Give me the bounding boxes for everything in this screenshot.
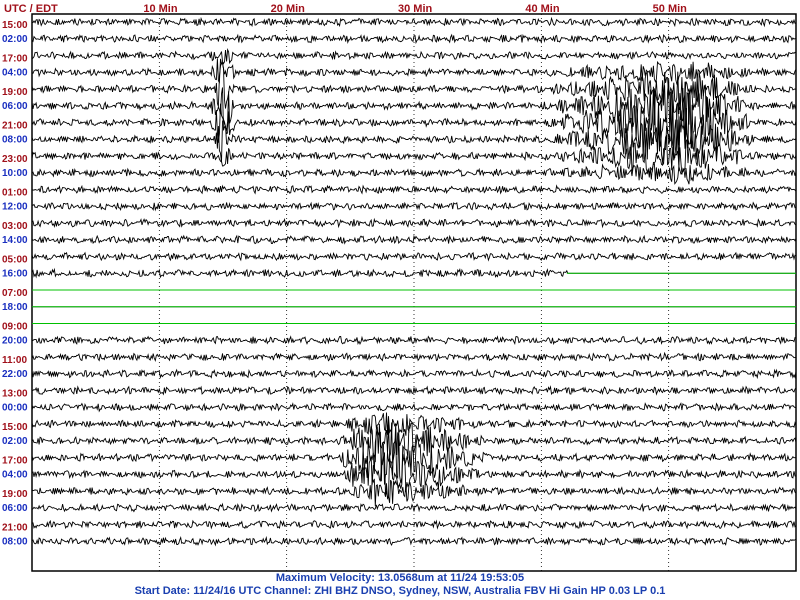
utc-hour-label: 17:00 <box>2 54 28 65</box>
seismogram-trace-line <box>31 519 797 530</box>
local-hour-label: 04:00 <box>2 68 28 79</box>
utc-hour-label: 01:00 <box>2 188 28 199</box>
utc-hour-label: 07:00 <box>2 288 28 299</box>
timezone-header-label: UTC / EDT <box>4 3 58 15</box>
seismogram-trace-line <box>31 134 797 175</box>
local-hour-label: 08:00 <box>2 135 28 146</box>
utc-hour-label: 19:00 <box>2 87 28 98</box>
seismogram-plot: UTC / EDT 10 Min 20 Min 30 Min 40 Min 50 Min 1… <box>2 3 797 572</box>
utc-hour-label: 03:00 <box>2 221 28 232</box>
seismogram-trace-line <box>31 502 797 513</box>
minute-tick-label: 40 Min <box>525 3 560 15</box>
utc-hour-label: 11:00 <box>2 355 27 366</box>
local-hour-label: 22:00 <box>2 369 28 380</box>
local-hour-label: 02:00 <box>2 34 28 45</box>
local-hour-label: 04:00 <box>2 470 28 481</box>
local-hour-label: 18:00 <box>2 302 28 313</box>
local-hour-label: 12:00 <box>2 202 28 213</box>
seismogram-trace-line <box>31 368 797 380</box>
seismogram-trace-line <box>31 402 796 413</box>
local-hour-label: 06:00 <box>2 503 28 514</box>
max-velocity-caption: Maximum Velocity: 13.0568um at 11/24 19:… <box>275 572 525 584</box>
local-hour-label: 16:00 <box>2 269 28 280</box>
utc-hour-label: 13:00 <box>2 389 28 400</box>
local-hour-label: 00:00 <box>2 403 28 414</box>
local-hour-label: 14:00 <box>2 235 28 246</box>
seismogram-trace-line <box>31 217 797 229</box>
seismogram-trace-line <box>31 184 797 195</box>
start-date-caption: Start Date: 11/24/16 UTC Channel: ZHI BH… <box>134 585 666 597</box>
utc-hour-label: 15:00 <box>2 422 28 433</box>
minute-tick-label: 30 Min <box>398 3 433 15</box>
minute-tick-label: 50 Min <box>653 3 688 15</box>
utc-hour-label: 05:00 <box>2 255 28 266</box>
minute-tick-label: 20 Min <box>271 3 306 15</box>
utc-hour-label: 21:00 <box>2 523 28 534</box>
trace-layer <box>31 16 797 547</box>
utc-hour-label: 17:00 <box>2 456 28 467</box>
utc-hour-label: 15:00 <box>2 20 28 31</box>
minute-tick-label: 10 Min <box>143 3 178 15</box>
seismogram-frame: UTC / EDT 10 Min 20 Min 30 Min 40 Min 50 Min 1… <box>0 0 800 600</box>
seismogram-trace-line <box>31 251 797 262</box>
local-hour-label: 10:00 <box>2 168 28 179</box>
local-hour-label: 08:00 <box>2 537 28 548</box>
seismogram-trace-line <box>31 48 797 65</box>
local-hour-label: 06:00 <box>2 101 28 112</box>
utc-hour-label: 21:00 <box>2 121 28 132</box>
local-hour-label: 20:00 <box>2 336 28 347</box>
utc-hour-label: 09:00 <box>2 322 28 333</box>
utc-hour-label: 19:00 <box>2 489 28 500</box>
local-hour-label: 02:00 <box>2 436 28 447</box>
seismogram-trace-line <box>31 412 797 436</box>
utc-hour-label: 23:00 <box>2 154 28 165</box>
